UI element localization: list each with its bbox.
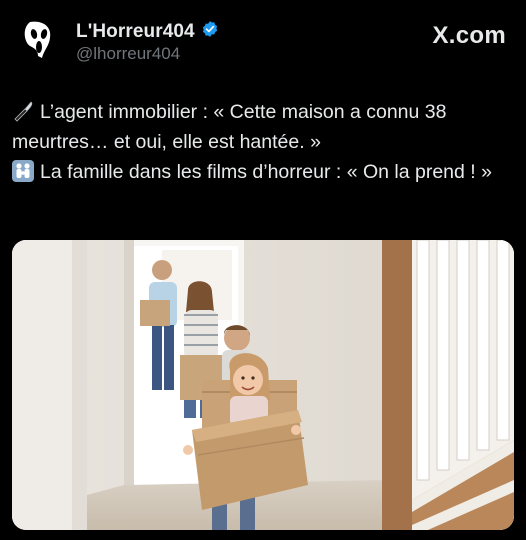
knife-emoji-icon (12, 100, 34, 122)
verified-badge-icon (201, 20, 219, 43)
author-name-row[interactable]: L'Horreur404 (76, 20, 219, 43)
author-handle[interactable]: @lhorreur404 (76, 44, 180, 64)
tweet-media-photo[interactable] (12, 240, 514, 530)
tweet-header: L'Horreur404 @lhorreur404 X.com (0, 0, 526, 80)
family-emoji-icon (12, 160, 34, 182)
ghostface-mask-icon[interactable] (14, 16, 60, 62)
family-moving-photo (12, 240, 514, 530)
x-brand-label: X.com (432, 22, 506, 49)
tweet-line-2: La famille dans les films d’horreur : « … (40, 161, 492, 183)
author-display-name[interactable]: L'Horreur404 (76, 21, 195, 43)
tweet-line-1: L’agent immobilier : « Cette maison a co… (12, 101, 447, 153)
tweet-text: L’agent immobilier : « Cette maison a co… (12, 97, 512, 187)
